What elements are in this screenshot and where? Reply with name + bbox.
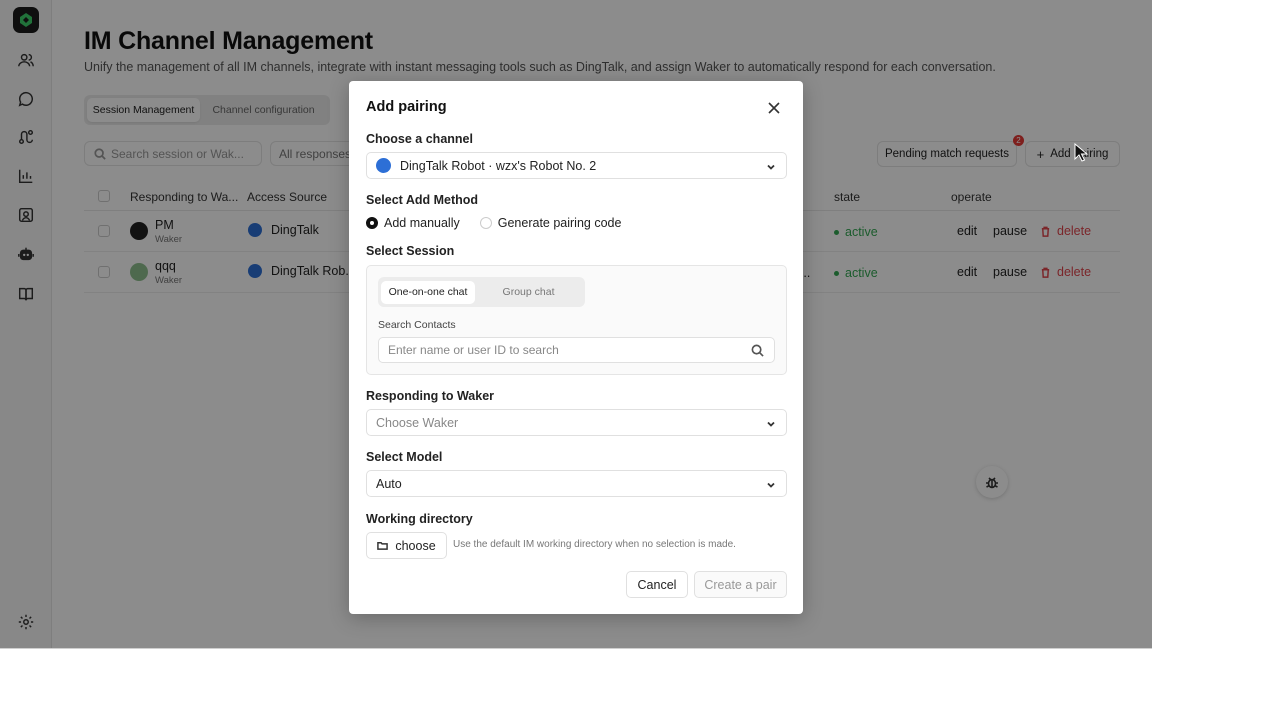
- session-label: Select Session: [366, 244, 455, 258]
- waker-label: Responding to Waker: [366, 389, 495, 403]
- choose-directory-button[interactable]: choose: [366, 532, 447, 559]
- search-contacts-placeholder: Enter name or user ID to search: [388, 343, 559, 357]
- folder-icon: [377, 542, 389, 550]
- create-pair-button[interactable]: Create a pair: [694, 571, 787, 598]
- method-label: Select Add Method: [366, 193, 479, 207]
- tab-group-chat[interactable]: Group chat: [475, 281, 582, 304]
- method-radio-group: Add manually Generate pairing code: [366, 216, 621, 230]
- chevron-down-icon: [766, 479, 776, 489]
- mouse-cursor-icon: [1074, 143, 1089, 162]
- search-contacts-input[interactable]: Enter name or user ID to search: [378, 337, 775, 363]
- model-label: Select Model: [366, 450, 443, 464]
- search-icon: [751, 344, 764, 357]
- channel-select[interactable]: DingTalk Robot · wzx's Robot No. 2: [366, 152, 787, 179]
- session-type-tabs: One-on-one chat Group chat: [378, 277, 585, 307]
- search-contacts-label: Search Contacts: [378, 319, 456, 331]
- chevron-down-icon: [766, 161, 776, 171]
- add-pairing-dialog: Add pairing Choose a channel DingTalk Ro…: [349, 81, 803, 614]
- tab-one-on-one-chat[interactable]: One-on-one chat: [381, 280, 476, 304]
- close-icon[interactable]: [767, 101, 781, 115]
- session-panel: One-on-one chat Group chat Search Contac…: [366, 265, 787, 375]
- model-value: Auto: [376, 476, 402, 491]
- cancel-button[interactable]: Cancel: [626, 571, 688, 598]
- model-select[interactable]: Auto: [366, 470, 787, 497]
- radio-generate-code-label: Generate pairing code: [497, 216, 622, 230]
- channel-label: Choose a channel: [366, 132, 473, 146]
- choose-label: choose: [395, 538, 436, 553]
- workdir-hint: Use the default IM working directory whe…: [453, 539, 736, 550]
- blank-area: [0, 648, 1152, 720]
- radio-add-manually[interactable]: [366, 217, 378, 229]
- waker-select[interactable]: Choose Waker: [366, 409, 787, 436]
- radio-generate-code[interactable]: [479, 217, 492, 229]
- chevron-down-icon: [766, 418, 776, 428]
- workdir-label: Working directory: [366, 512, 473, 526]
- waker-placeholder: Choose Waker: [376, 415, 459, 430]
- radio-add-manually-label: Add manually: [384, 216, 460, 230]
- app-window: IM Channel Management Unify the manageme…: [0, 0, 1152, 648]
- dialog-title: Add pairing: [366, 99, 447, 115]
- dingtalk-icon: [376, 158, 391, 173]
- channel-value: DingTalk Robot · wzx's Robot No. 2: [400, 158, 597, 173]
